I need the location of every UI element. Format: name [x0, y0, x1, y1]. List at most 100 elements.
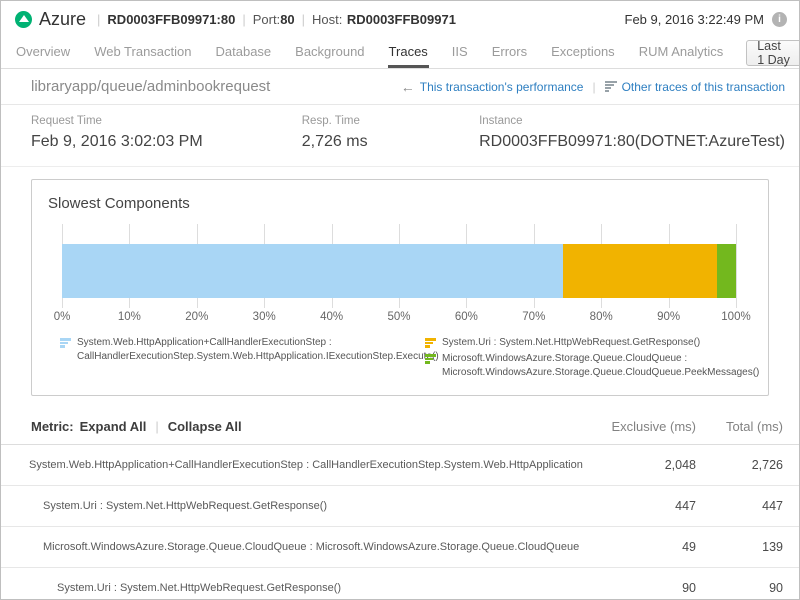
- app-window: Azure | RD0003FFB09971:80 | Port:80 | Ho…: [0, 0, 800, 600]
- stacked-bar: [62, 244, 736, 298]
- divider: |: [242, 12, 245, 27]
- instance-id: RD0003FFB09971:80: [107, 12, 235, 27]
- total-ms: 2,726: [696, 458, 783, 472]
- top-bar: Azure | RD0003FFB09971:80 | Port:80 | Ho…: [1, 1, 799, 37]
- trace-bars-icon: [60, 338, 71, 348]
- metric-name: System.Uri : System.Net.HttpWebRequest.G…: [43, 500, 591, 512]
- app-name: Azure: [39, 9, 86, 30]
- bar-segment: [563, 244, 717, 298]
- other-traces-link[interactable]: Other traces of this transaction: [622, 80, 785, 94]
- tab-iis[interactable]: IIS: [451, 37, 469, 68]
- table-row[interactable]: System.Uri : System.Net.HttpWebRequest.G…: [1, 568, 799, 600]
- table-row[interactable]: System.Uri : System.Net.HttpWebRequest.G…: [1, 486, 799, 527]
- exclusive-column-header: Exclusive (ms): [591, 419, 696, 434]
- exclusive-ms: 447: [591, 499, 696, 513]
- health-status-icon: [15, 11, 32, 28]
- tab-errors[interactable]: Errors: [491, 37, 528, 68]
- tab-background[interactable]: Background: [294, 37, 365, 68]
- divider: |: [592, 80, 595, 94]
- tab-bar: Overview Web Transaction Database Backgr…: [1, 37, 799, 69]
- tab-traces[interactable]: Traces: [388, 37, 429, 68]
- up-arrow-icon: [19, 15, 29, 22]
- divider: |: [302, 12, 305, 27]
- port-label: Port:: [253, 12, 280, 27]
- nav-buttons: Last 1 Day ▼: [746, 37, 800, 68]
- tick-label: 0%: [54, 311, 71, 323]
- divider: |: [97, 12, 100, 27]
- host-label: Host:: [312, 12, 342, 27]
- tick-line: [736, 224, 737, 308]
- legend-column-left: System.Web.HttpApplication+CallHandlerEx…: [60, 336, 425, 382]
- port-value: 80: [280, 12, 294, 27]
- chart-plot-area: [62, 224, 736, 308]
- host-value: RD0003FFB09971: [347, 12, 456, 27]
- back-arrow-icon: ←: [401, 79, 415, 95]
- bar-segment: [717, 244, 736, 298]
- trace-links: ← This transaction's performance | Other…: [401, 79, 785, 95]
- request-time-field: Request Time Feb 9, 2016 3:02:03 PM: [31, 115, 302, 166]
- trace-list-icon: [605, 81, 617, 92]
- table-row[interactable]: ▼ System.Web.HttpApplication+CallHandler…: [1, 445, 799, 486]
- tick-label: 90%: [657, 311, 680, 323]
- legend-column-right: System.Uri : System.Net.HttpWebRequest.G…: [425, 336, 759, 382]
- tick-label: 10%: [118, 311, 141, 323]
- trace-summary: Request Time Feb 9, 2016 3:02:03 PM Resp…: [1, 105, 799, 167]
- chart-title: Slowest Components: [32, 180, 768, 212]
- transaction-performance-link[interactable]: This transaction's performance: [420, 80, 584, 94]
- tab-database[interactable]: Database: [215, 37, 273, 68]
- tick-label: 70%: [522, 311, 545, 323]
- tick-label: 60%: [455, 311, 478, 323]
- response-time-field: Resp. Time 2,726 ms: [302, 115, 479, 166]
- tabs: Overview Web Transaction Database Backgr…: [15, 37, 746, 68]
- request-time-value: Feb 9, 2016 3:02:03 PM: [31, 133, 302, 151]
- metric-table-header: Metric: Expand All | Collapse All Exclus…: [1, 408, 799, 445]
- legend-item: System.Web.HttpApplication+CallHandlerEx…: [60, 336, 425, 364]
- metric-name: System.Uri : System.Net.HttpWebRequest.G…: [57, 582, 591, 594]
- info-icon[interactable]: i: [772, 12, 787, 27]
- trace-header-row: libraryapp/queue/adminbookrequest ← This…: [1, 69, 799, 105]
- axis-labels: 0%10%20%30%40%50%60%70%80%90%100%: [62, 311, 736, 326]
- time-range-label: Last 1 Day: [757, 39, 790, 67]
- collapse-all-button[interactable]: Collapse All: [168, 419, 242, 434]
- response-time-value: 2,726 ms: [302, 133, 479, 151]
- metric-table: Metric: Expand All | Collapse All Exclus…: [1, 408, 799, 600]
- time-range-dropdown[interactable]: Last 1 Day ▼: [746, 40, 800, 66]
- chart-legend: System.Web.HttpApplication+CallHandlerEx…: [32, 326, 768, 395]
- exclusive-ms: 2,048: [591, 458, 696, 472]
- slowest-components-panel: Slowest Components 0% 10% 20% 30% 40% 50% 60% 7…: [31, 179, 769, 396]
- instance-value: RD0003FFB09971:80(DOTNET:AzureTest): [479, 133, 785, 151]
- trace-bars-icon: [425, 338, 436, 348]
- tick-label: 30%: [253, 311, 276, 323]
- tick-label: 40%: [320, 311, 343, 323]
- request-time-label: Request Time: [31, 115, 302, 127]
- app-identity: Azure | RD0003FFB09971:80 | Port:80 | Ho…: [15, 9, 456, 30]
- tick-label: 80%: [590, 311, 613, 323]
- expand-all-button[interactable]: Expand All: [80, 419, 147, 434]
- table-row[interactable]: ▼ Microsoft.WindowsAzure.Storage.Queue.C…: [1, 527, 799, 568]
- exclusive-ms: 90: [591, 581, 696, 595]
- total-column-header: Total (ms): [696, 419, 783, 434]
- tick-label: 100%: [721, 311, 750, 323]
- metric-name: ▼ System.Web.HttpApplication+CallHandler…: [29, 459, 591, 471]
- tab-web-transaction[interactable]: Web Transaction: [93, 37, 192, 68]
- legend-label: System.Web.HttpApplication+CallHandlerEx…: [77, 336, 439, 364]
- tab-overview[interactable]: Overview: [15, 37, 71, 68]
- legend-item: System.Uri : System.Net.HttpWebRequest.G…: [425, 336, 759, 350]
- transaction-name: libraryapp/queue/adminbookrequest: [31, 78, 270, 95]
- metric-label: Metric:: [31, 419, 74, 434]
- legend-item: Microsoft.WindowsAzure.Storage.Queue.Clo…: [425, 352, 759, 380]
- response-time-label: Resp. Time: [302, 115, 479, 127]
- legend-label: Microsoft.WindowsAzure.Storage.Queue.Clo…: [442, 352, 759, 380]
- metric-controls: Metric: Expand All | Collapse All: [31, 419, 591, 434]
- tick-label: 20%: [185, 311, 208, 323]
- current-timestamp: Feb 9, 2016 3:22:49 PM: [625, 12, 764, 27]
- total-ms: 447: [696, 499, 783, 513]
- total-ms: 139: [696, 540, 783, 554]
- tab-exceptions[interactable]: Exceptions: [550, 37, 616, 68]
- tab-rum-analytics[interactable]: RUM Analytics: [638, 37, 725, 68]
- instance-field: Instance RD0003FFB09971:80(DOTNET:AzureT…: [479, 115, 785, 166]
- divider: |: [155, 419, 158, 434]
- tick-label: 50%: [387, 311, 410, 323]
- trace-bars-icon: [425, 354, 436, 364]
- bar-segment: [62, 244, 563, 298]
